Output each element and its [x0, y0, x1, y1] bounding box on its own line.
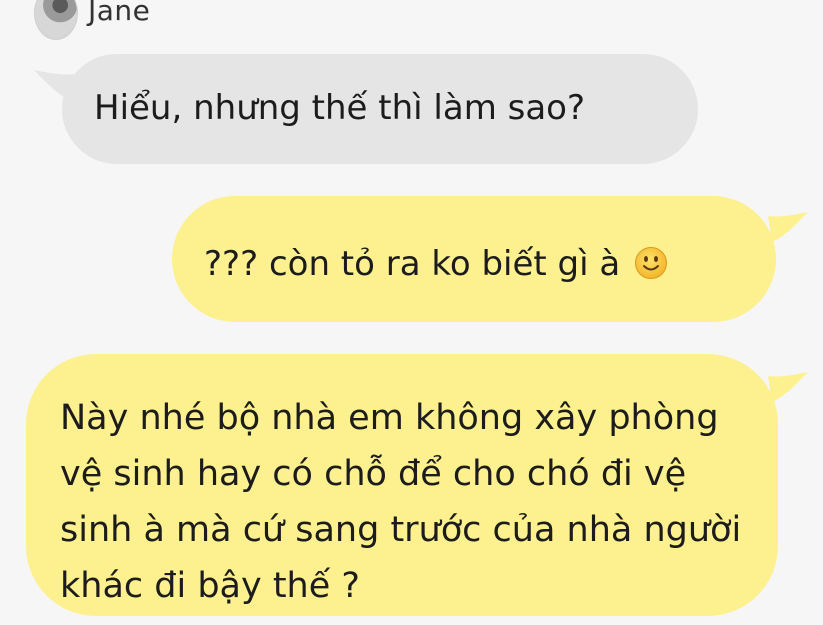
avatar[interactable]	[34, 0, 78, 40]
chat-thread: Jane Hiểu, nhưng thế thì làm sao? ??? cò…	[0, 0, 823, 625]
message-text: Hiểu, nhưng thế thì làm sao?	[94, 88, 586, 128]
sender-name: Jane	[88, 0, 151, 27]
message-bubble-incoming[interactable]: Hiểu, nhưng thế thì làm sao?	[62, 54, 698, 164]
slightly-smiling-face-icon	[635, 247, 668, 279]
outgoing-bubble-tail	[768, 212, 808, 242]
message-bubble-outgoing[interactable]: ??? còn tỏ ra ko biết gì à	[172, 196, 776, 322]
message-bubble-outgoing[interactable]: Này nhé bộ nhà em không xây phòng vệ sin…	[26, 354, 778, 616]
message-text: Này nhé bộ nhà em không xây phòng vệ sin…	[60, 398, 742, 606]
message-text: ??? còn tỏ ra ko biết gì à	[204, 244, 621, 284]
